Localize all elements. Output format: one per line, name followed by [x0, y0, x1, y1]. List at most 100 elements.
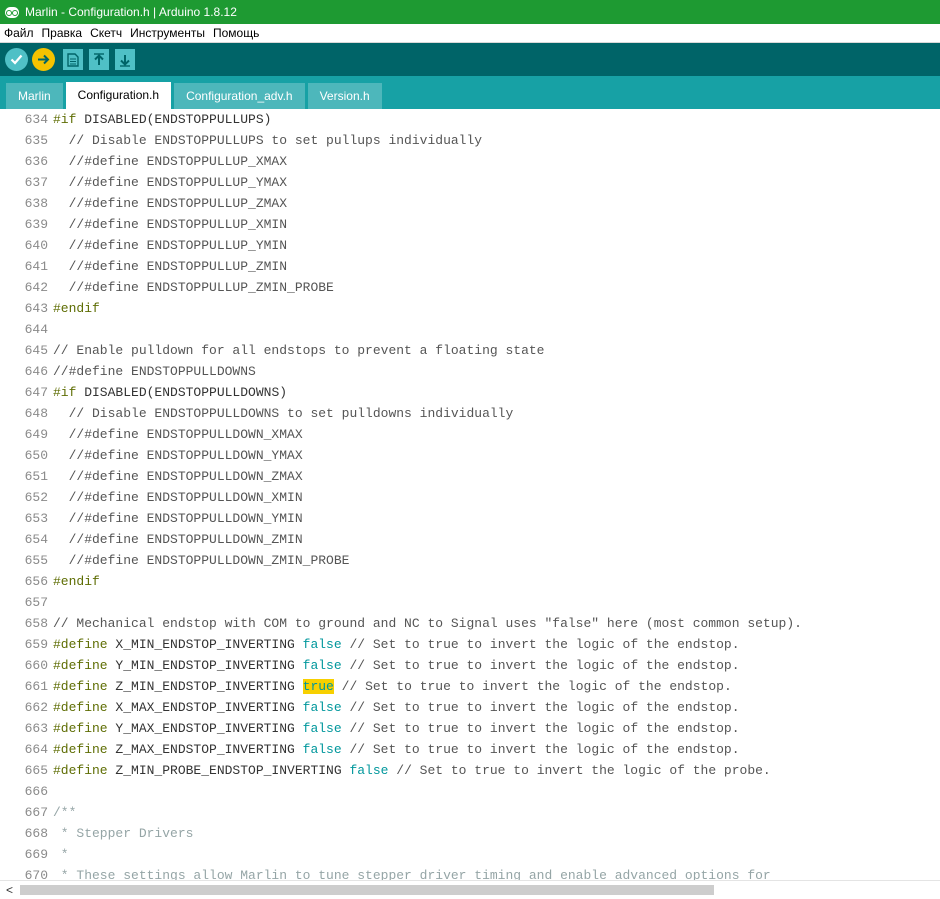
code-token: #define: [53, 700, 108, 715]
verify-button[interactable]: [5, 48, 28, 71]
menu-file[interactable]: Файл: [0, 26, 38, 40]
line-number: 657: [24, 595, 48, 610]
menu-edit[interactable]: Правка: [38, 26, 87, 40]
code-line[interactable]: 634 #if DISABLED(ENDSTOPPULLUPS): [0, 109, 940, 130]
code-line[interactable]: 667 /**: [0, 802, 940, 823]
code-line[interactable]: 647 #if DISABLED(ENDSTOPPULLDOWNS): [0, 382, 940, 403]
tab-bar: Marlin Configuration.h Configuration_adv…: [0, 76, 940, 109]
code-line[interactable]: 645 // Enable pulldown for all endstops t…: [0, 340, 940, 361]
arduino-logo-icon: [5, 6, 19, 18]
code-token: * These settings allow Marlin to tune st…: [53, 868, 771, 880]
code-text: //#define ENDSTOPPULLUP_ZMIN_PROBE: [53, 277, 334, 298]
code-line[interactable]: 666: [0, 781, 940, 802]
tab-configuration-h[interactable]: Configuration.h: [65, 82, 172, 109]
code-line[interactable]: 649 //#define ENDSTOPPULLDOWN_XMAX: [0, 424, 940, 445]
code-token: DISABLED(ENDSTOPPULLUPS): [76, 112, 272, 127]
code-text: // Mechanical endstop with COM to ground…: [53, 613, 802, 634]
code-line[interactable]: 644: [0, 319, 940, 340]
code-editor[interactable]: 634 #if DISABLED(ENDSTOPPULLUPS) 635 // Di…: [0, 109, 940, 880]
code-token: // Set to true to invert the logic of th…: [388, 763, 771, 778]
code-line[interactable]: 655 //#define ENDSTOPPULLDOWN_ZMIN_PROBE: [0, 550, 940, 571]
code-token: //#define ENDSTOPPULLDOWN_XMIN: [53, 490, 303, 505]
line-number: 644: [24, 322, 48, 337]
code-line[interactable]: 657: [0, 592, 940, 613]
code-token: X_MAX_ENDSTOP_INVERTING: [107, 700, 303, 715]
line-number: 670: [24, 868, 48, 880]
code-line[interactable]: 640 //#define ENDSTOPPULLUP_YMIN: [0, 235, 940, 256]
code-line[interactable]: 648 // Disable ENDSTOPPULLDOWNS to set p…: [0, 403, 940, 424]
code-line[interactable]: 636 //#define ENDSTOPPULLUP_XMAX: [0, 151, 940, 172]
open-button[interactable]: [89, 49, 109, 70]
scroll-left-icon[interactable]: <: [6, 883, 13, 897]
code-line[interactable]: 646 //#define ENDSTOPPULLDOWNS: [0, 361, 940, 382]
horizontal-scrollbar[interactable]: <: [0, 880, 940, 899]
code-token: Y_MIN_ENDSTOP_INVERTING: [107, 658, 303, 673]
code-line[interactable]: 661 #define Z_MIN_ENDSTOP_INVERTING true …: [0, 676, 940, 697]
new-button[interactable]: [63, 49, 83, 70]
title-bar: Marlin - Configuration.h | Arduino 1.8.1…: [0, 0, 940, 24]
code-line[interactable]: 637 //#define ENDSTOPPULLUP_YMAX: [0, 172, 940, 193]
code-text: //#define ENDSTOPPULLDOWN_XMAX: [53, 424, 303, 445]
menu-help[interactable]: Помощь: [209, 26, 263, 40]
code-text: //#define ENDSTOPPULLUP_YMIN: [53, 235, 287, 256]
code-line[interactable]: 651 //#define ENDSTOPPULLDOWN_ZMAX: [0, 466, 940, 487]
code-line[interactable]: 656 #endif: [0, 571, 940, 592]
code-line[interactable]: 652 //#define ENDSTOPPULLDOWN_XMIN: [0, 487, 940, 508]
code-line[interactable]: 639 //#define ENDSTOPPULLUP_XMIN: [0, 214, 940, 235]
code-line[interactable]: 663 #define Y_MAX_ENDSTOP_INVERTING false…: [0, 718, 940, 739]
code-line[interactable]: 650 //#define ENDSTOPPULLDOWN_YMAX: [0, 445, 940, 466]
code-token: //#define ENDSTOPPULLUP_YMAX: [53, 175, 288, 190]
line-number: 655: [24, 553, 48, 568]
line-number: 659: [24, 637, 48, 652]
code-line[interactable]: 654 //#define ENDSTOPPULLDOWN_ZMIN: [0, 529, 940, 550]
arrow-right-icon: [38, 54, 50, 65]
code-token: Z_MIN_ENDSTOP_INVERTING: [107, 679, 303, 694]
line-number: 645: [24, 343, 48, 358]
code-text: #define X_MIN_ENDSTOP_INVERTING false //…: [53, 634, 740, 655]
menu-sketch[interactable]: Скетч: [86, 26, 126, 40]
code-line[interactable]: 635 // Disable ENDSTOPPULLUPS to set pul…: [0, 130, 940, 151]
code-token: // Set to true to invert the logic of th…: [341, 700, 740, 715]
code-token: // Enable pulldown for all endstops to p…: [53, 343, 545, 358]
code-line[interactable]: 638 //#define ENDSTOPPULLUP_ZMAX: [0, 193, 940, 214]
code-line[interactable]: 665 #define Z_MIN_PROBE_ENDSTOP_INVERTING…: [0, 760, 940, 781]
code-line[interactable]: 662 #define X_MAX_ENDSTOP_INVERTING false…: [0, 697, 940, 718]
code-token: #if: [53, 112, 77, 127]
code-line[interactable]: 660 #define Y_MIN_ENDSTOP_INVERTING false…: [0, 655, 940, 676]
tab-version-h[interactable]: Version.h: [307, 83, 382, 109]
line-number: 637: [24, 175, 48, 190]
code-text: * These settings allow Marlin to tune st…: [53, 865, 771, 880]
code-text: #define Z_MAX_ENDSTOP_INVERTING false //…: [53, 739, 740, 760]
code-line[interactable]: 643 #endif: [0, 298, 940, 319]
code-line[interactable]: 669 *: [0, 844, 940, 865]
code-line[interactable]: 653 //#define ENDSTOPPULLDOWN_YMIN: [0, 508, 940, 529]
code-token: // Mechanical endstop with COM to ground…: [53, 616, 802, 631]
line-number: 669: [24, 847, 48, 862]
tab-marlin[interactable]: Marlin: [6, 83, 63, 109]
code-token: // Set to true to invert the logic of th…: [341, 658, 740, 673]
code-token: //#define ENDSTOPPULLDOWN_ZMIN_PROBE: [53, 553, 350, 568]
code-text: // Enable pulldown for all endstops to p…: [53, 340, 544, 361]
upload-button[interactable]: [32, 48, 55, 71]
scrollbar-thumb[interactable]: [20, 885, 714, 895]
code-line[interactable]: 668 * Stepper Drivers: [0, 823, 940, 844]
code-line[interactable]: 664 #define Z_MAX_ENDSTOP_INVERTING false…: [0, 739, 940, 760]
code-line[interactable]: 658 // Mechanical endstop with COM to gro…: [0, 613, 940, 634]
code-token: #if: [53, 385, 77, 400]
code-line[interactable]: 659 #define X_MIN_ENDSTOP_INVERTING false…: [0, 634, 940, 655]
code-line[interactable]: 641 //#define ENDSTOPPULLUP_ZMIN: [0, 256, 940, 277]
code-line[interactable]: 670 * These settings allow Marlin to tun…: [0, 865, 940, 880]
line-number: 642: [24, 280, 48, 295]
code-line[interactable]: 642 //#define ENDSTOPPULLUP_ZMIN_PROBE: [0, 277, 940, 298]
code-token: false: [302, 658, 342, 673]
tab-configuration-adv-h[interactable]: Configuration_adv.h: [174, 83, 305, 109]
line-number: 639: [24, 217, 48, 232]
code-token: #endif: [53, 301, 100, 316]
code-token: // Disable ENDSTOPPULLDOWNS to set pulld…: [53, 406, 514, 421]
line-number: 658: [24, 616, 48, 631]
code-text: //#define ENDSTOPPULLDOWN_YMAX: [53, 445, 303, 466]
save-button[interactable]: [115, 49, 135, 70]
code-text: #endif: [53, 571, 100, 592]
menu-tools[interactable]: Инструменты: [126, 26, 209, 40]
line-number: 664: [24, 742, 48, 757]
